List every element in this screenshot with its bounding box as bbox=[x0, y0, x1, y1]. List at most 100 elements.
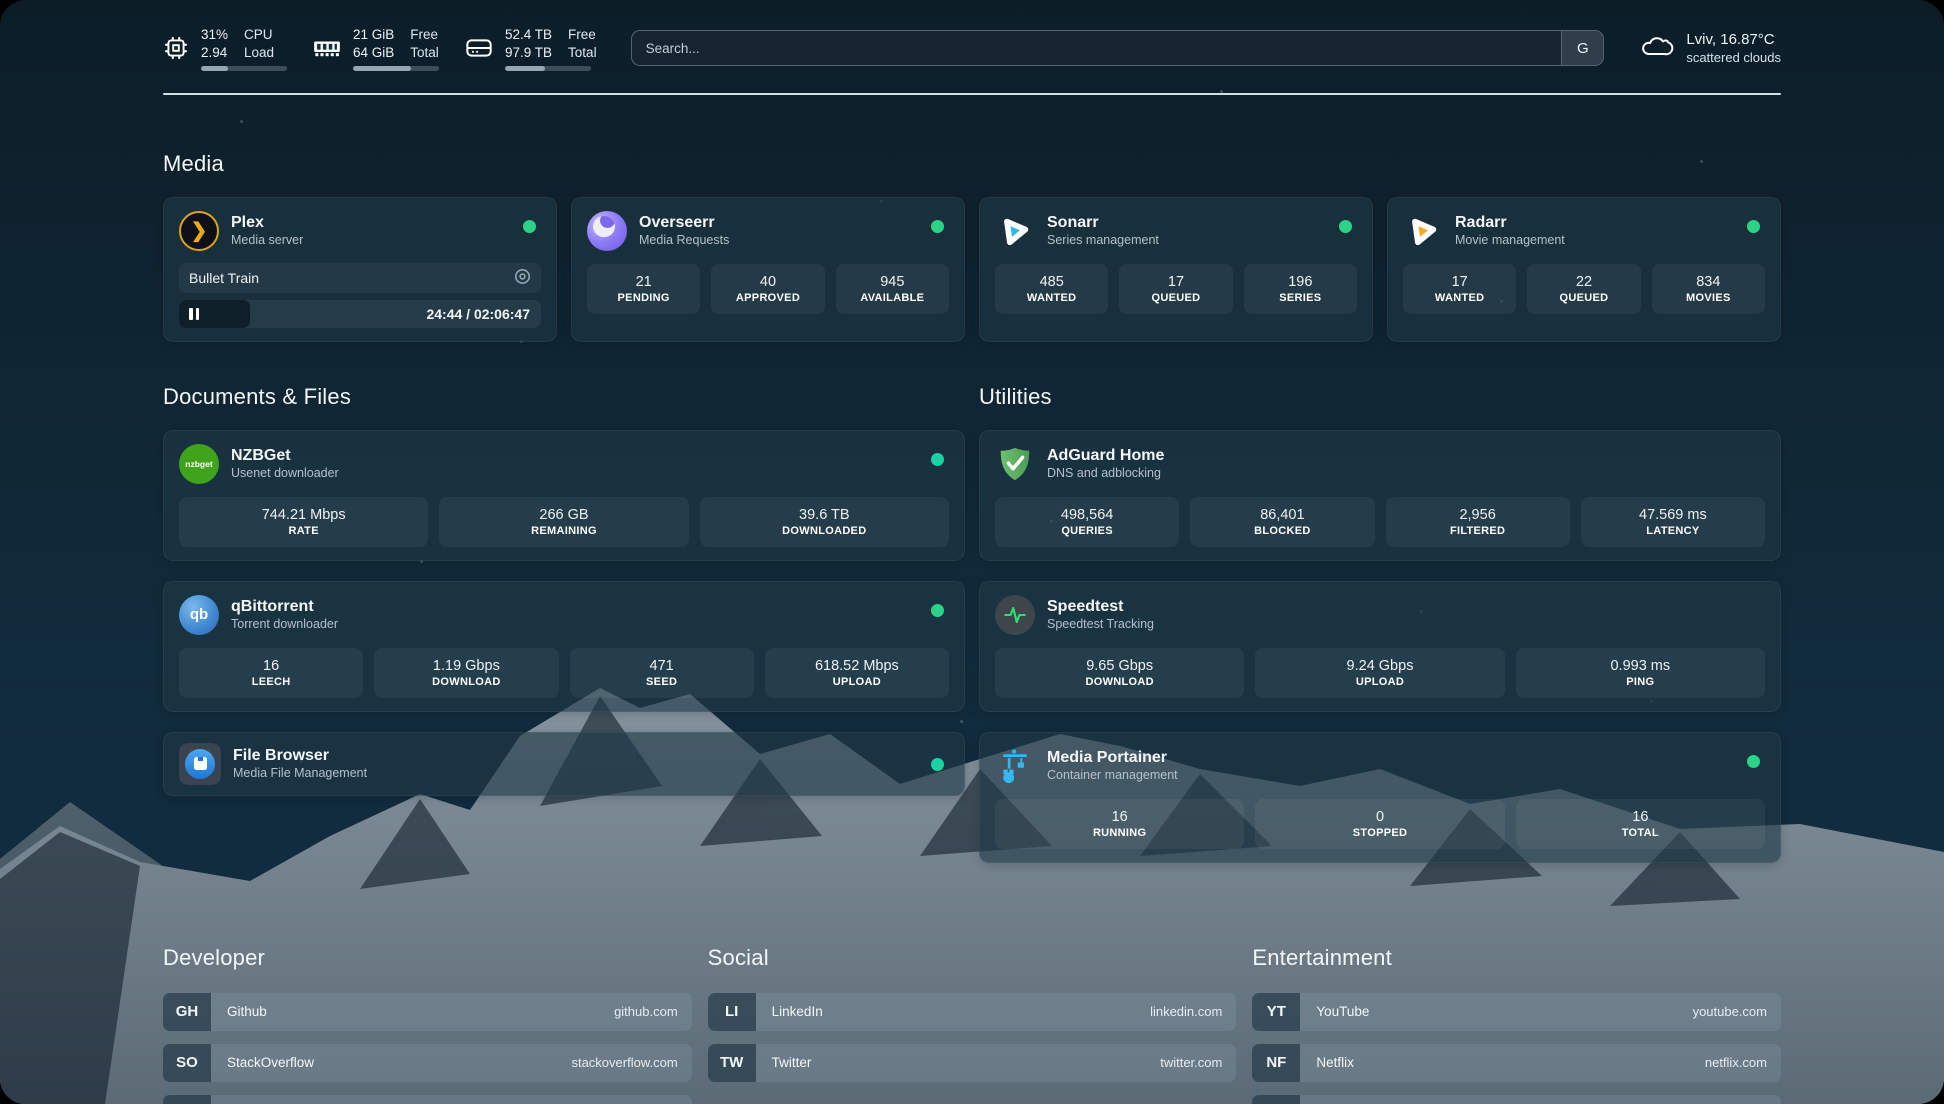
plex-icon: ❯ bbox=[179, 211, 219, 251]
bookmark-abbr: SO bbox=[163, 1044, 211, 1082]
dashboard-screen: 31% 2.94 CPU Load bbox=[0, 0, 1944, 1104]
speedtest-pulse-icon bbox=[995, 595, 1035, 635]
stat-tile: 471 SEED bbox=[570, 648, 754, 698]
playback-time: 24:44 / 02:06:47 bbox=[426, 306, 541, 322]
portainer-crane-icon bbox=[995, 746, 1035, 786]
app-card-plex[interactable]: ❯ Plex Media server Bullet Train bbox=[163, 197, 557, 342]
app-title: NZBGet bbox=[231, 446, 339, 466]
bookmark-linkedin[interactable]: LI LinkedIn linkedin.com bbox=[708, 993, 1237, 1031]
filebrowser-icon bbox=[179, 743, 221, 785]
stat-tile: 0 STOPPED bbox=[1255, 799, 1504, 849]
bookmark-twitter[interactable]: TW Twitter twitter.com bbox=[708, 1044, 1237, 1082]
bookmark-abbr: DT bbox=[163, 1095, 211, 1104]
stat-tile: 0.993 ms PING bbox=[1516, 648, 1765, 698]
app-card-radarr[interactable]: Radarr Movie management 17 WANTED 22 QUE… bbox=[1387, 197, 1781, 342]
status-online-dot bbox=[1747, 755, 1760, 768]
bookmark-netflix[interactable]: NF Netflix netflix.com bbox=[1252, 1044, 1781, 1082]
stat-tile: 16 TOTAL bbox=[1516, 799, 1765, 849]
bookmark-stackoverflow[interactable]: SO StackOverflow stackoverflow.com bbox=[163, 1044, 692, 1082]
playback-elapsed-segment bbox=[179, 300, 250, 328]
cpu-label: CPU bbox=[244, 26, 274, 44]
bookmark-abbr: GH bbox=[163, 993, 211, 1031]
stat-tile: 39.6 TB DOWNLOADED bbox=[700, 497, 949, 547]
stat-tile: 86,401 BLOCKED bbox=[1190, 497, 1374, 547]
weather-condition: scattered clouds bbox=[1686, 50, 1781, 67]
stat-tile: 9.24 Gbps UPLOAD bbox=[1255, 648, 1504, 698]
stat-tile: 1.19 Gbps DOWNLOAD bbox=[374, 648, 558, 698]
stat-tile: 196 SERIES bbox=[1244, 264, 1357, 314]
stat-tile: 2,956 FILTERED bbox=[1386, 497, 1570, 547]
media-cards-row: ❯ Plex Media server Bullet Train bbox=[163, 197, 1781, 342]
bookmark-name: LinkedIn bbox=[756, 1004, 1150, 1019]
bookmark-url: twitter.com bbox=[1160, 1055, 1236, 1070]
bookmark-abbr: NF bbox=[1252, 1044, 1300, 1082]
app-subtitle: Media Requests bbox=[639, 233, 729, 249]
stat-tile: 47.569 ms LATENCY bbox=[1581, 497, 1765, 547]
bookmark-abbr: RE bbox=[1252, 1095, 1300, 1104]
status-online-dot bbox=[1747, 220, 1760, 233]
stat-tile: 17 WANTED bbox=[1403, 264, 1516, 314]
app-card-speedtest[interactable]: Speedtest Speedtest Tracking 9.65 Gbps D… bbox=[979, 581, 1781, 712]
app-subtitle: Media File Management bbox=[233, 766, 367, 782]
search-input[interactable] bbox=[632, 31, 1562, 65]
app-subtitle: Container management bbox=[1047, 768, 1178, 784]
bookmark-url: stackoverflow.com bbox=[571, 1055, 691, 1070]
bookmark-abbr: YT bbox=[1252, 993, 1300, 1031]
adguard-shield-icon bbox=[995, 444, 1035, 484]
bookmark-reddit[interactable]: RE Reddit reddit.com bbox=[1252, 1095, 1781, 1104]
session-record-icon bbox=[514, 268, 531, 288]
section-title-entertainment: Entertainment bbox=[1252, 945, 1781, 971]
nzbget-icon: nzbget bbox=[179, 444, 219, 484]
disk-total-label: Total bbox=[568, 44, 597, 62]
search-bar[interactable]: G bbox=[631, 30, 1605, 66]
top-bar: 31% 2.94 CPU Load bbox=[163, 26, 1781, 71]
stat-tile: 22 QUEUED bbox=[1527, 264, 1640, 314]
app-card-overseerr[interactable]: Overseerr Media Requests 21 PENDING 40 A… bbox=[571, 197, 965, 342]
documents-column: Documents & Files nzbget NZBGet Usenet d… bbox=[163, 384, 965, 883]
stat-tile: 9.65 Gbps DOWNLOAD bbox=[995, 648, 1244, 698]
bookmark-name: StackOverflow bbox=[211, 1055, 571, 1070]
search-engine-button[interactable]: G bbox=[1561, 31, 1603, 65]
app-card-nzbget[interactable]: nzbget NZBGet Usenet downloader 744.21 M… bbox=[163, 430, 965, 561]
ram-stat: 21 GiB 64 GiB Free Total bbox=[313, 26, 439, 71]
bookmark-dev[interactable]: DT DEV dev.to bbox=[163, 1095, 692, 1104]
cpu-load-value: 2.94 bbox=[201, 44, 228, 62]
stat-tile: 16 RUNNING bbox=[995, 799, 1244, 849]
app-card-qbittorrent[interactable]: qb qBittorrent Torrent downloader 16 LEE… bbox=[163, 581, 965, 712]
ram-progress-bar bbox=[353, 66, 439, 71]
topbar-divider bbox=[163, 93, 1781, 95]
app-card-sonarr[interactable]: Sonarr Series management 485 WANTED 17 Q… bbox=[979, 197, 1373, 342]
system-stats: 31% 2.94 CPU Load bbox=[163, 26, 597, 71]
bookmark-github[interactable]: GH Github github.com bbox=[163, 993, 692, 1031]
status-online-dot bbox=[523, 220, 536, 233]
stat-tile: 498,564 QUERIES bbox=[995, 497, 1179, 547]
app-card-adguard[interactable]: AdGuard Home DNS and adblocking 498,564 … bbox=[979, 430, 1781, 561]
app-subtitle: Media server bbox=[231, 233, 303, 249]
cpu-usage-value: 31% bbox=[201, 26, 228, 44]
cpu-chip-icon bbox=[163, 35, 189, 61]
app-card-filebrowser[interactable]: File Browser Media File Management bbox=[163, 732, 965, 796]
qbittorrent-icon: qb bbox=[179, 595, 219, 635]
utilities-column: Utilities AdGuard Home bbox=[979, 384, 1781, 883]
app-title: Plex bbox=[231, 213, 303, 233]
radarr-icon bbox=[1403, 211, 1443, 251]
ram-icon bbox=[313, 39, 341, 58]
bookmarks-entertainment: Entertainment YT YouTube youtube.com NF … bbox=[1252, 945, 1781, 1104]
app-subtitle: DNS and adblocking bbox=[1047, 466, 1164, 482]
stat-tile: 744.21 Mbps RATE bbox=[179, 497, 428, 547]
section-title-documents: Documents & Files bbox=[163, 384, 965, 410]
app-title: File Browser bbox=[233, 746, 367, 766]
bookmark-youtube[interactable]: YT YouTube youtube.com bbox=[1252, 993, 1781, 1031]
app-title: Media Portainer bbox=[1047, 748, 1178, 768]
sonarr-icon bbox=[995, 211, 1035, 251]
app-card-portainer[interactable]: Media Portainer Container management 16 … bbox=[979, 732, 1781, 863]
weather-widget: Lviv, 16.87°C scattered clouds bbox=[1640, 30, 1781, 66]
bookmark-abbr: LI bbox=[708, 993, 756, 1031]
app-title: AdGuard Home bbox=[1047, 446, 1164, 466]
app-title: Overseerr bbox=[639, 213, 729, 233]
status-online-dot bbox=[931, 453, 944, 466]
cloud-icon bbox=[1640, 33, 1674, 64]
stat-tile: 40 APPROVED bbox=[711, 264, 824, 314]
pause-icon bbox=[189, 308, 199, 320]
app-title: Speedtest bbox=[1047, 597, 1154, 617]
